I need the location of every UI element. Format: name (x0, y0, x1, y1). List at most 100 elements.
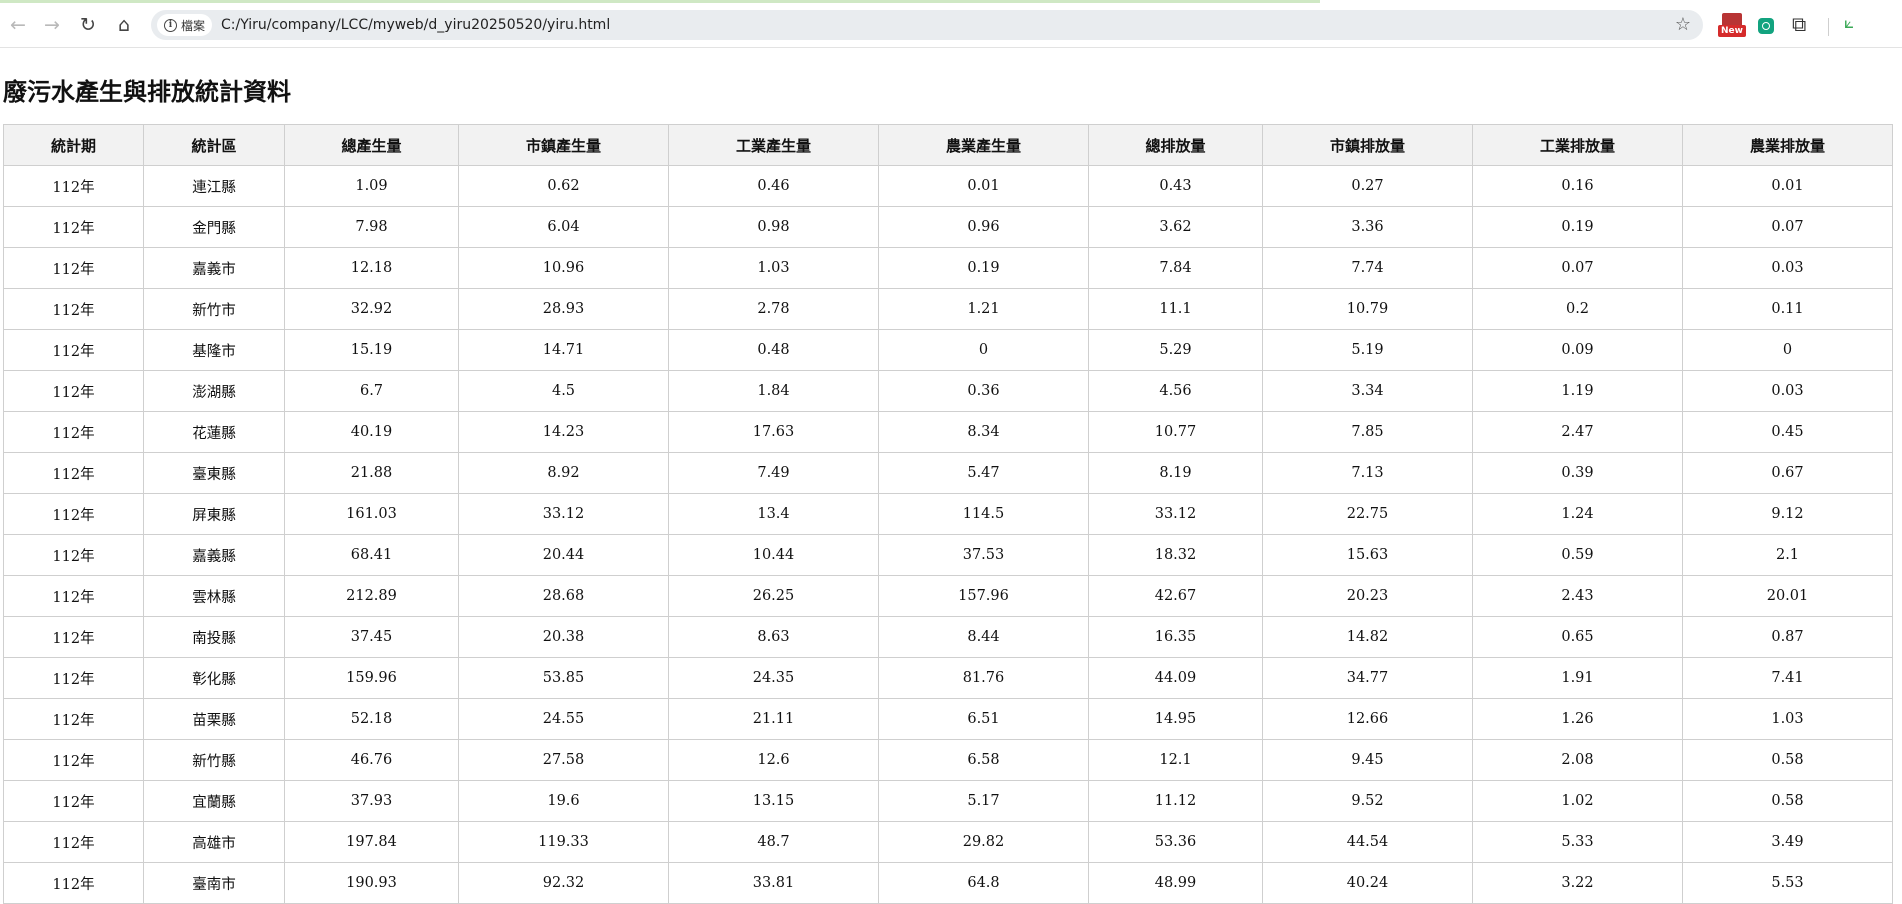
page-title: 廢污水產生與排放統計資料 (3, 78, 291, 106)
table-cell: 9.45 (1262, 739, 1473, 781)
table-cell: 0.36 (878, 370, 1089, 412)
table-cell: 南投縣 (143, 616, 285, 658)
table-cell: 12.1 (1088, 739, 1263, 781)
table-row: 112年 新竹縣 46.76 27.58 12.6 6.58 12.1 9.45 2.08 0.5… (3, 739, 1893, 781)
table-cell: 2.78 (668, 288, 879, 330)
table-row: 112年 臺南市 190.93 92.32 33.81 64.8 48.99 40.24 3.2… (3, 862, 1893, 904)
table-cell: 28.68 (458, 575, 669, 617)
table-cell: 7.49 (668, 452, 879, 494)
table-cell: 10.77 (1088, 411, 1263, 453)
table-cell: 0.07 (1682, 206, 1893, 248)
table-cell: 22.75 (1262, 493, 1473, 535)
table-cell: 81.76 (878, 657, 1089, 699)
reload-button[interactable]: ↻ (74, 11, 102, 39)
table-cell: 18.32 (1088, 534, 1263, 576)
url-text[interactable]: C:/Yiru/company/LCC/myweb/d_yiru20250520… (221, 10, 610, 40)
extensions-puzzle-icon[interactable]: ⧉ (1792, 12, 1806, 36)
column-header[interactable]: 工業排放量 (1472, 124, 1683, 166)
column-header[interactable]: 市鎮排放量 (1262, 124, 1473, 166)
table-cell: 112年 (3, 329, 144, 371)
table-cell: 5.19 (1262, 329, 1473, 371)
table-cell: 10.44 (668, 534, 879, 576)
table-cell: 29.82 (878, 821, 1089, 863)
table-cell: 14.95 (1088, 698, 1263, 740)
table-cell: 112年 (3, 739, 144, 781)
table-cell: 7.84 (1088, 247, 1263, 289)
table-cell: 46.76 (284, 739, 459, 781)
wastewater-stats-table: 統計期 統計區 總產生量 市鎮產生量 工業產生量 農業產生量 總排放量 市鎮排放… (3, 124, 1893, 904)
table-cell: 14.71 (458, 329, 669, 371)
table-cell: 10.79 (1262, 288, 1473, 330)
extension-crop-icon[interactable]: ⟀ (1844, 13, 1854, 33)
extension-new-button[interactable]: New (1718, 13, 1746, 39)
table-cell: 7.85 (1262, 411, 1473, 453)
table-cell: 13.4 (668, 493, 879, 535)
table-cell: 1.26 (1472, 698, 1683, 740)
table-cell: 33.81 (668, 862, 879, 904)
table-header-row: 統計期 統計區 總產生量 市鎮產生量 工業產生量 農業產生量 總排放量 市鎮排放… (3, 124, 1893, 166)
table-cell: 金門縣 (143, 206, 285, 248)
column-header[interactable]: 總排放量 (1088, 124, 1263, 166)
address-bar[interactable]: i 檔案 C:/Yiru/company/LCC/myweb/d_yiru202… (151, 10, 1703, 40)
back-button[interactable]: ← (4, 11, 32, 39)
table-cell: 1.91 (1472, 657, 1683, 699)
forward-button[interactable]: → (38, 11, 66, 39)
column-header[interactable]: 農業產生量 (878, 124, 1089, 166)
table-cell: 0.58 (1682, 739, 1893, 781)
table-cell: 0.19 (878, 247, 1089, 289)
table-cell: 190.93 (284, 862, 459, 904)
table-cell: 連江縣 (143, 165, 285, 207)
table-cell: 2.43 (1472, 575, 1683, 617)
table-cell: 0.07 (1472, 247, 1683, 289)
table-cell: 7.98 (284, 206, 459, 248)
table-cell: 112年 (3, 493, 144, 535)
column-header[interactable]: 工業產生量 (668, 124, 879, 166)
table-cell: 112年 (3, 821, 144, 863)
bookmark-star-icon[interactable]: ☆ (1675, 10, 1691, 40)
table-cell: 雲林縣 (143, 575, 285, 617)
table-cell: 2.08 (1472, 739, 1683, 781)
column-header[interactable]: 市鎮產生量 (458, 124, 669, 166)
column-header[interactable]: 農業排放量 (1682, 124, 1893, 166)
browser-toolbar: ← → ↻ ⌂ i 檔案 C:/Yiru/company/LCC/myweb/d… (0, 3, 1902, 48)
table-cell: 112年 (3, 370, 144, 412)
table-cell: 5.29 (1088, 329, 1263, 371)
home-button[interactable]: ⌂ (110, 11, 138, 39)
table-cell: 112年 (3, 698, 144, 740)
table-cell: 44.09 (1088, 657, 1263, 699)
table-cell: 3.36 (1262, 206, 1473, 248)
table-cell: 37.45 (284, 616, 459, 658)
column-header[interactable]: 統計期 (3, 124, 144, 166)
table-cell: 0.59 (1472, 534, 1683, 576)
table-cell: 6.51 (878, 698, 1089, 740)
column-header[interactable]: 總產生量 (284, 124, 459, 166)
table-cell: 157.96 (878, 575, 1089, 617)
table-row: 112年 宜蘭縣 37.93 19.6 13.15 5.17 11.12 9.52 1.02 0.… (3, 780, 1893, 822)
table-cell: 197.84 (284, 821, 459, 863)
table-cell: 24.35 (668, 657, 879, 699)
table-cell: 7.13 (1262, 452, 1473, 494)
table-cell: 苗栗縣 (143, 698, 285, 740)
table-cell: 0.58 (1682, 780, 1893, 822)
table-cell: 0.98 (668, 206, 879, 248)
column-header[interactable]: 統計區 (143, 124, 285, 166)
table-row: 112年 嘉義市 12.18 10.96 1.03 0.19 7.84 7.74 0.07 0.0… (3, 247, 1893, 289)
table-cell: 119.33 (458, 821, 669, 863)
table-cell: 8.63 (668, 616, 879, 658)
table-cell: 0.03 (1682, 370, 1893, 412)
extension-green-icon[interactable] (1758, 18, 1774, 34)
table-cell: 1.24 (1472, 493, 1683, 535)
back-arrow-icon: ← (10, 13, 26, 36)
site-info-chip[interactable]: i 檔案 (157, 14, 213, 36)
table-cell: 112年 (3, 534, 144, 576)
extension-new-badge: New (1718, 25, 1746, 37)
table-cell: 0.16 (1472, 165, 1683, 207)
table-cell: 13.15 (668, 780, 879, 822)
table-cell: 17.63 (668, 411, 879, 453)
table-cell: 112年 (3, 575, 144, 617)
table-cell: 11.1 (1088, 288, 1263, 330)
table-cell: 1.21 (878, 288, 1089, 330)
table-cell: 0.46 (668, 165, 879, 207)
table-cell: 屏東縣 (143, 493, 285, 535)
table-cell: 114.5 (878, 493, 1089, 535)
